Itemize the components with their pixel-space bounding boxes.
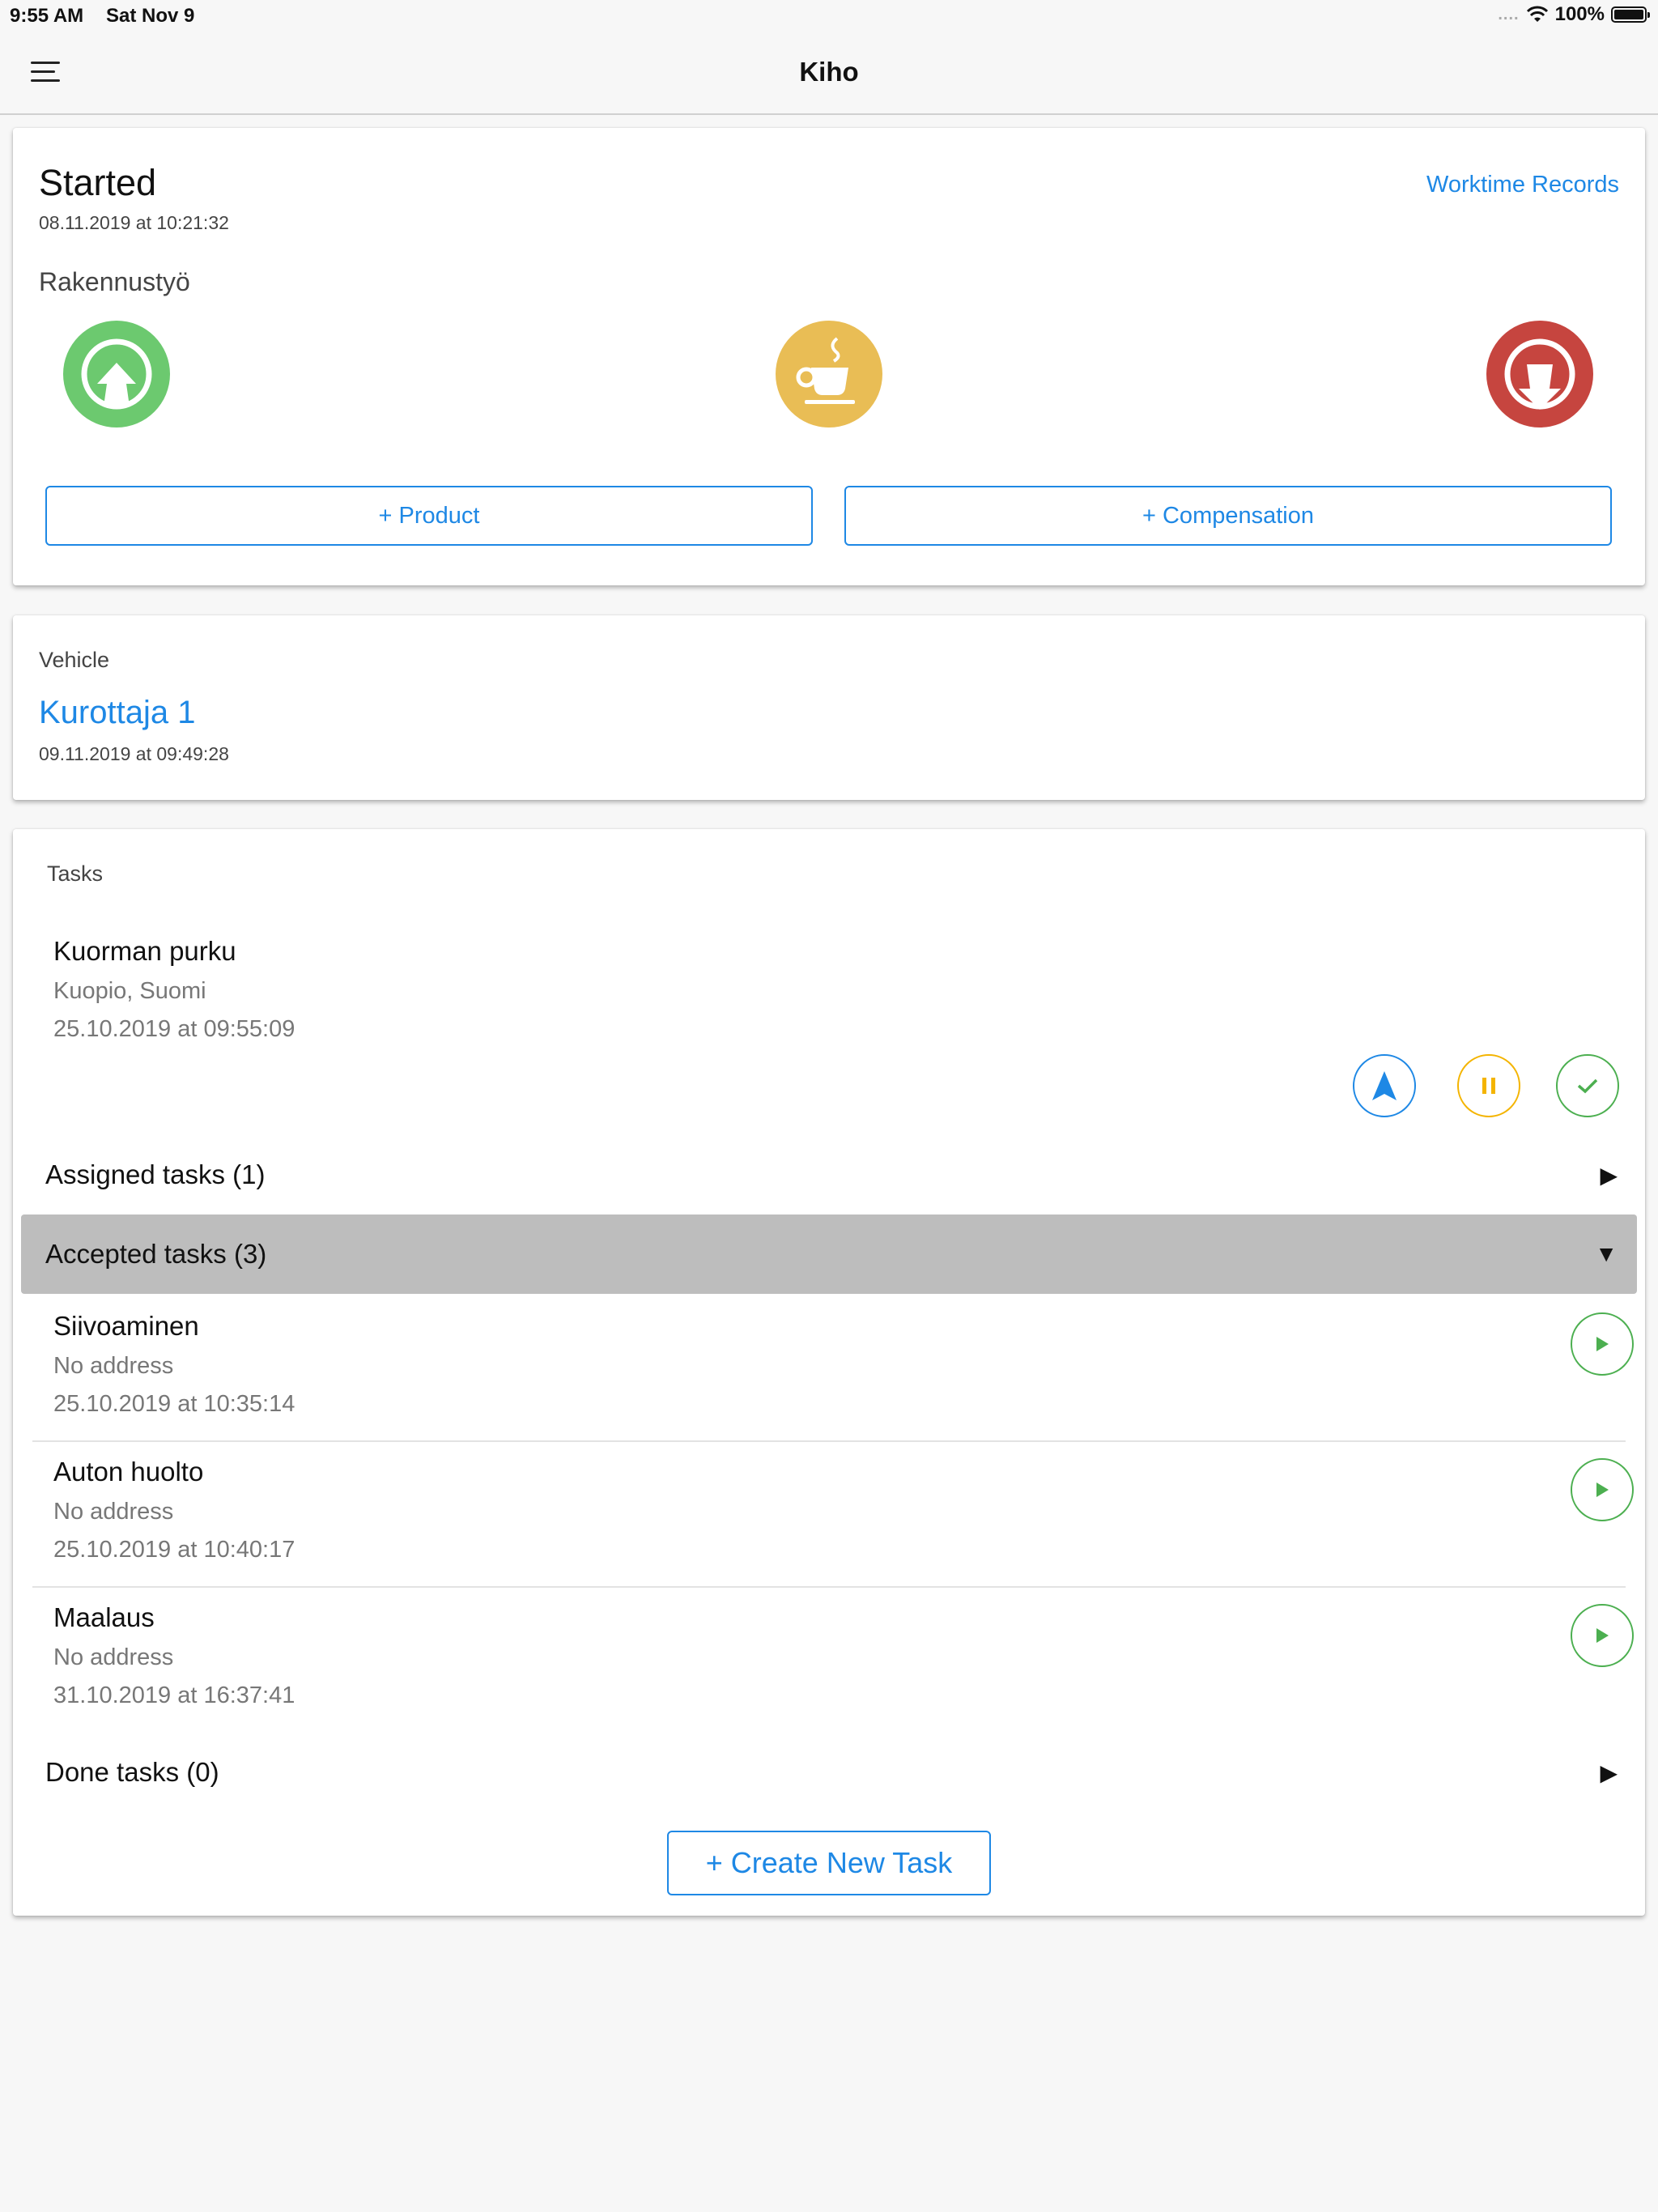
accepted-tasks-section[interactable]: Accepted tasks (3) ▼ — [21, 1214, 1637, 1294]
pause-task-button[interactable] — [1457, 1054, 1520, 1117]
task-address: No address — [53, 1644, 174, 1670]
play-icon — [1596, 1337, 1609, 1351]
check-icon — [1577, 1078, 1598, 1094]
task-name: Auton huolto — [53, 1457, 204, 1487]
tasks-label: Tasks — [47, 861, 104, 886]
active-task-address: Kuopio, Suomi — [53, 978, 206, 1004]
battery-percent: 100% — [1554, 3, 1605, 25]
play-icon — [1596, 1482, 1609, 1497]
collapse-arrow-icon: ▼ — [1595, 1241, 1618, 1266]
task-time: 25.10.2019 at 10:40:17 — [53, 1537, 295, 1563]
navigation-arrow-icon — [1372, 1071, 1397, 1100]
assigned-tasks-section[interactable]: Assigned tasks (1) ▶ — [21, 1135, 1637, 1214]
worktime-started-at: 08.11.2019 at 10:21:32 — [39, 212, 229, 233]
complete-task-button[interactable] — [1556, 1054, 1619, 1117]
start-task-button[interactable] — [1571, 1312, 1634, 1376]
assigned-tasks-label: Assigned tasks (1) — [45, 1159, 266, 1189]
vehicle-name-link[interactable]: Kurottaja 1 — [39, 695, 195, 731]
arrow-down-circle-icon — [1486, 321, 1593, 428]
accepted-tasks-label: Accepted tasks (3) — [45, 1239, 267, 1269]
active-task: Kuorman purku Kuopio, Suomi 25.10.2019 a… — [53, 936, 295, 1043]
task-name: Maalaus — [53, 1602, 155, 1632]
nav-bar: Kiho — [0, 34, 1658, 115]
wifi-icon — [1526, 6, 1548, 22]
done-tasks-label: Done tasks (0) — [45, 1757, 219, 1787]
signal-dots: .... — [1498, 5, 1520, 23]
play-icon — [1596, 1628, 1609, 1643]
create-new-task-button[interactable]: + Create New Task — [667, 1831, 991, 1895]
work-type: Rakennustyö — [39, 267, 190, 296]
add-product-button[interactable]: + Product — [45, 486, 813, 546]
active-task-time: 25.10.2019 at 09:55:09 — [53, 1016, 295, 1042]
vehicle-label: Vehicle — [39, 648, 110, 672]
list-item[interactable]: Maalaus No address 31.10.2019 at 16:37:4… — [32, 1586, 1634, 1732]
status-date: Sat Nov 9 — [106, 5, 195, 27]
worktime-card: Started 08.11.2019 at 10:21:32 Worktime … — [13, 128, 1645, 585]
break-button[interactable] — [776, 321, 882, 428]
expand-arrow-icon: ▶ — [1600, 1162, 1618, 1188]
task-address: No address — [53, 1353, 174, 1379]
worktime-records-link[interactable]: Worktime Records — [1426, 172, 1619, 198]
end-work-button[interactable] — [1486, 321, 1593, 428]
status-time: 9:55 AM — [10, 5, 84, 27]
tasks-card: Tasks Kuorman purku Kuopio, Suomi 25.10.… — [13, 829, 1645, 1916]
navigate-button[interactable] — [1353, 1054, 1416, 1117]
start-task-button[interactable] — [1571, 1458, 1634, 1521]
task-time: 25.10.2019 at 10:35:14 — [53, 1391, 295, 1417]
add-compensation-button[interactable]: + Compensation — [844, 486, 1612, 546]
pause-icon — [1482, 1078, 1495, 1094]
task-name: Siivoaminen — [53, 1311, 199, 1341]
list-item[interactable]: Siivoaminen No address 25.10.2019 at 10:… — [32, 1295, 1634, 1442]
vehicle-card: Vehicle Kurottaja 1 09.11.2019 at 09:49:… — [13, 615, 1645, 800]
worktime-state: Started — [39, 162, 157, 203]
coffee-cup-icon — [776, 321, 882, 428]
page-title: Kiho — [799, 57, 859, 87]
start-work-button[interactable] — [63, 321, 170, 428]
task-address: No address — [53, 1499, 174, 1525]
battery-icon — [1611, 6, 1650, 23]
status-right: .... 100% — [1498, 3, 1650, 26]
active-task-name: Kuorman purku — [53, 936, 236, 966]
expand-arrow-icon: ▶ — [1600, 1759, 1618, 1785]
status-bar: 9:55 AM Sat Nov 9 .... 100% — [0, 0, 1658, 34]
arrow-up-circle-icon — [63, 321, 170, 428]
vehicle-time: 09.11.2019 at 09:49:28 — [39, 743, 229, 764]
task-time: 31.10.2019 at 16:37:41 — [53, 1682, 295, 1708]
done-tasks-section[interactable]: Done tasks (0) ▶ — [21, 1733, 1637, 1812]
list-item[interactable]: Auton huolto No address 25.10.2019 at 10… — [32, 1440, 1634, 1588]
start-task-button[interactable] — [1571, 1604, 1634, 1667]
